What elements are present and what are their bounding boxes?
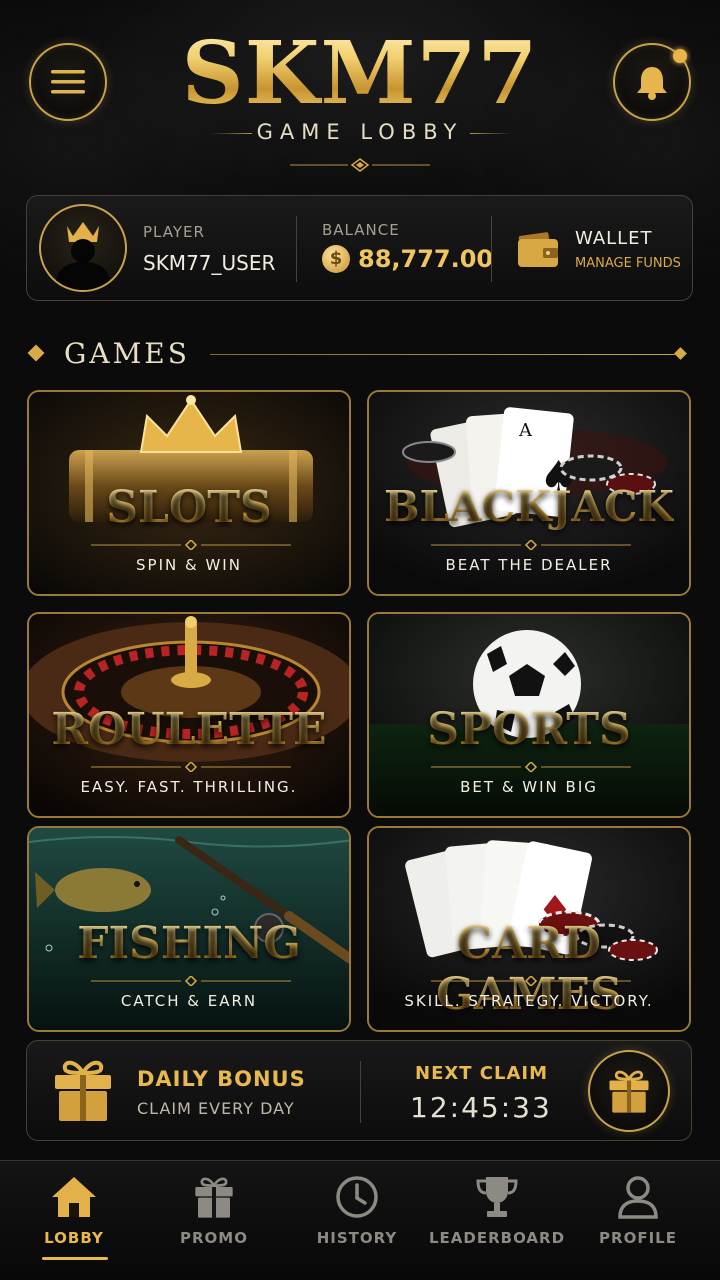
game-tile-sports[interactable]: SPORTS BET & WIN BIG <box>367 612 691 818</box>
balance-value: 88,777.00 <box>358 245 494 273</box>
game-tile-blackjack[interactable]: A ♠ BLACKJACK BEAT THE DEALER <box>367 390 691 596</box>
tile-subtitle: BEAT THE DEALER <box>445 556 613 574</box>
game-tile-slots[interactable]: SLOTS SPIN & WIN <box>27 390 351 596</box>
nav-label: LOBBY <box>44 1229 104 1247</box>
ornament-divider <box>290 158 430 172</box>
tile-title: SPORTS <box>427 704 631 755</box>
coin-icon: $ <box>322 245 350 273</box>
claim-bonus-button[interactable] <box>588 1050 670 1132</box>
nav-label: PROFILE <box>599 1229 677 1247</box>
gift-icon <box>195 1177 233 1218</box>
tile-title: ROULETTE <box>51 704 327 755</box>
ornament-divider <box>91 540 291 550</box>
gift-icon <box>55 1060 111 1121</box>
nav-item-promo[interactable]: PROMO <box>142 1161 286 1280</box>
player-name: SKM77_USER <box>143 251 276 275</box>
page-subtitle: GAME LOBBY <box>256 120 464 144</box>
tile-subtitle: SPIN & WIN <box>136 556 242 574</box>
balance-label: BALANCE <box>322 221 400 239</box>
brand-logo: SKM77 <box>181 23 539 124</box>
player-label: PLAYER <box>143 223 205 241</box>
ornament-divider <box>431 540 631 550</box>
bonus-title: DAILY BONUS <box>137 1067 306 1091</box>
diamond-icon <box>674 347 687 360</box>
notification-dot <box>673 49 687 63</box>
tile-title: FISHING <box>77 918 301 969</box>
divider <box>296 216 297 282</box>
gift-icon <box>609 1070 649 1113</box>
bottom-navigation: LOBBY PROMO HISTORY LEADERBOARD PROFILE <box>0 1160 720 1280</box>
nav-item-leaderboard[interactable]: LEADERBOARD <box>425 1161 569 1280</box>
nav-label: HISTORY <box>316 1229 398 1247</box>
nav-item-lobby[interactable]: LOBBY <box>2 1161 146 1280</box>
subtitle-divider-right <box>470 133 512 134</box>
nav-label: PROMO <box>180 1229 248 1247</box>
nav-label: LEADERBOARD <box>428 1229 566 1247</box>
tile-subtitle: SKILL. STRATEGY. VICTORY. <box>404 992 654 1010</box>
daily-bonus-bar: DAILY BONUS CLAIM EVERY DAY NEXT CLAIM 1… <box>26 1040 692 1141</box>
avatar[interactable] <box>39 204 127 292</box>
wallet-subtitle: MANAGE FUNDS <box>575 256 681 271</box>
home-icon <box>52 1177 96 1217</box>
active-indicator <box>42 1257 108 1260</box>
user-icon <box>618 1176 658 1219</box>
section-divider <box>210 354 675 355</box>
next-claim-label: NEXT CLAIM <box>415 1063 549 1084</box>
game-tile-card-games[interactable]: ♦ CARD GAMES SKILL. STRATEGY. VICTORY. <box>367 826 691 1032</box>
tile-title: SLOTS <box>106 482 272 533</box>
tile-subtitle: CATCH & EARN <box>120 992 258 1010</box>
trophy-icon <box>476 1177 518 1217</box>
bell-icon <box>637 67 667 100</box>
tile-title: BLACKJACK <box>384 482 674 531</box>
divider <box>360 1061 361 1123</box>
clock-icon <box>336 1176 378 1218</box>
games-section-header: GAMES <box>27 337 690 373</box>
svg-text:A: A <box>518 420 533 441</box>
tile-subtitle: BET & WIN BIG <box>460 778 598 796</box>
game-tile-roulette[interactable]: ROULETTE EASY. FAST. THRILLING. <box>27 612 351 818</box>
player-card: PLAYER SKM77_USER BALANCE $88,777.00 WAL… <box>26 195 693 301</box>
wallet-icon <box>518 232 558 267</box>
bonus-subtitle: CLAIM EVERY DAY <box>137 1099 295 1118</box>
wallet-button[interactable]: WALLET MANAGE FUNDS <box>515 216 685 282</box>
ornament-divider <box>91 762 291 772</box>
wallet-label: WALLET <box>575 228 653 249</box>
nav-item-profile[interactable]: PROFILE <box>566 1161 710 1280</box>
notifications-button[interactable] <box>613 43 691 121</box>
ornament-divider <box>91 976 291 986</box>
ornament-divider <box>431 976 631 986</box>
section-title: GAMES <box>64 337 190 370</box>
diamond-icon <box>27 344 45 362</box>
tile-subtitle: EASY. FAST. THRILLING. <box>80 778 298 796</box>
next-claim-countdown: 12:45:33 <box>410 1091 552 1124</box>
crowned-user-icon <box>55 222 111 290</box>
ornament-divider <box>431 762 631 772</box>
nav-item-history[interactable]: HISTORY <box>285 1161 429 1280</box>
game-tile-fishing[interactable]: FISHING CATCH & EARN <box>27 826 351 1032</box>
divider <box>491 216 492 282</box>
